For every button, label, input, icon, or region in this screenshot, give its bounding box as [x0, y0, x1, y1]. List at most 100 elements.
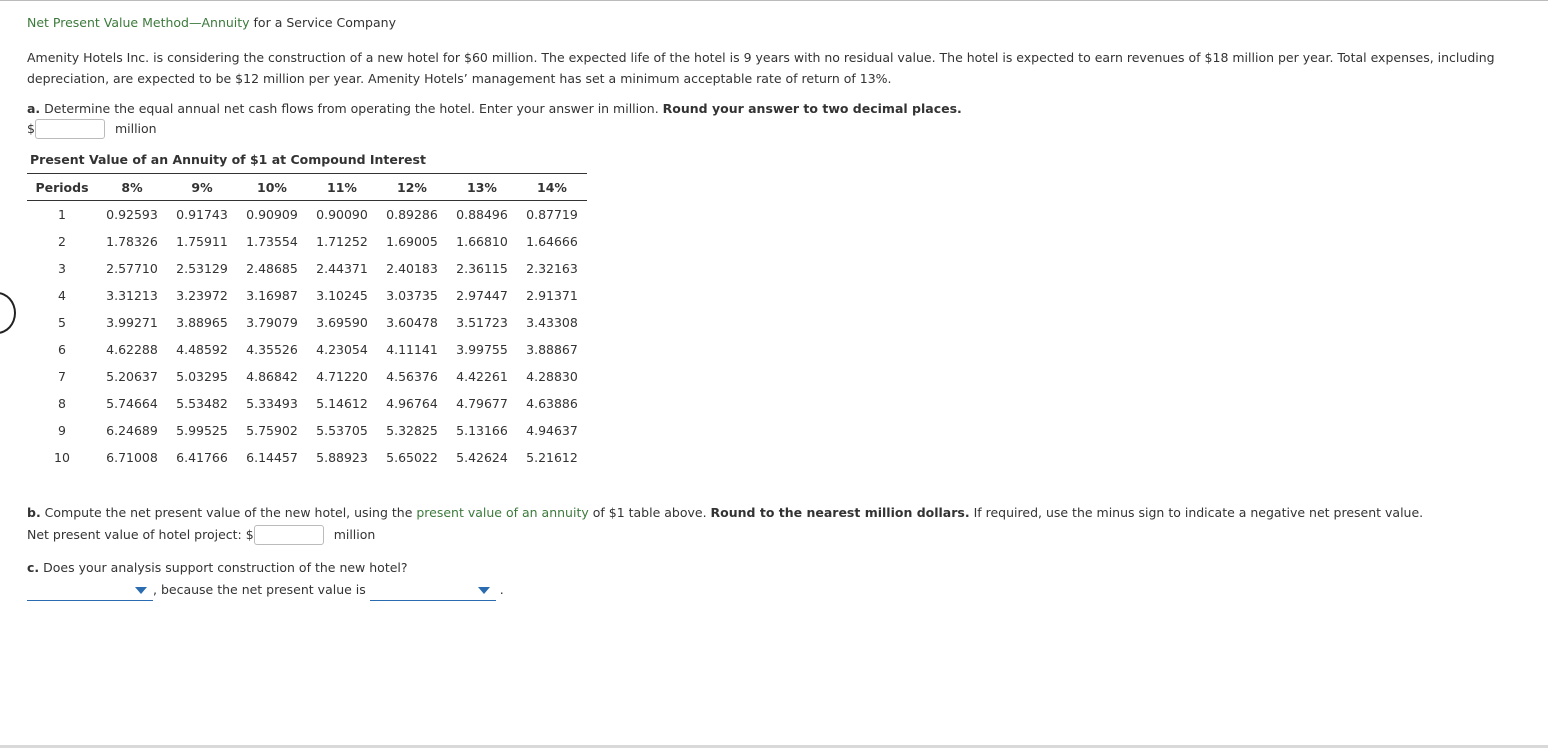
factor-cell: 4.23054: [316, 342, 368, 357]
factor-cell: 4.35526: [246, 342, 298, 357]
part-a-unit: million: [114, 121, 157, 136]
factor-cell: 1.73554: [246, 234, 298, 249]
chevron-down-icon: [477, 587, 490, 594]
question-content: Net Present Value Method—Annuity for a S…: [27, 15, 1537, 601]
part-b-bold: Round to the nearest million dollars.: [710, 505, 970, 520]
factor-cell: 3.69590: [316, 315, 368, 330]
pv-annuity-table: Periods 8% 9% 10% 11% 12% 13% 14% 1 0.925…: [27, 173, 587, 471]
factor-cell: 5.75902: [246, 423, 298, 438]
period-cell: 4: [58, 288, 66, 303]
title-rest: for a Service Company: [249, 15, 396, 30]
factor-cell: 3.88867: [526, 342, 578, 357]
part-c-question: c. Does your analysis support constructi…: [27, 557, 1537, 579]
chevron-down-icon: [135, 587, 147, 594]
factor-cell: 1.71252: [316, 234, 368, 249]
factor-cell: 5.20637: [106, 369, 158, 384]
header-cell: 8%: [97, 173, 167, 201]
factor-cell: 6.41766: [176, 450, 228, 465]
factor-cell: 3.60478: [386, 315, 438, 330]
part-c-middle-text: , because the net present value is: [153, 582, 366, 597]
bottom-border: [0, 745, 1548, 748]
pv-annuity-link[interactable]: present value of an annuity: [416, 505, 588, 520]
period-cell: 2: [58, 234, 66, 249]
header-cell: 12%: [377, 173, 447, 201]
factor-cell: 4.56376: [386, 369, 438, 384]
factor-cell: 3.10245: [316, 288, 368, 303]
part-a-question: a. Determine the equal annual net cash f…: [27, 100, 1537, 118]
npv-input[interactable]: [253, 525, 324, 545]
factor-cell: 5.99525: [176, 423, 228, 438]
npv-field-label: Net present value of hotel project: $: [27, 527, 254, 542]
factor-cell: 1.78326: [106, 234, 158, 249]
period-cell: 10: [54, 450, 70, 465]
table-row: 8 5.74664 5.53482 5.33493 5.14612 4.96764 4.79…: [27, 390, 587, 417]
factor-cell: 5.03295: [176, 369, 228, 384]
factor-cell: 1.66810: [456, 234, 508, 249]
factor-cell: 3.99271: [106, 315, 158, 330]
factor-cell: 3.23972: [176, 288, 228, 303]
factor-cell: 5.53705: [316, 423, 368, 438]
part-a: a. Determine the equal annual net cash f…: [27, 100, 1537, 140]
factor-cell: 4.86842: [246, 369, 298, 384]
page-title: Net Present Value Method—Annuity for a S…: [27, 15, 1537, 31]
table-row: 10 6.71008 6.41766 6.14457 5.88923 5.65022 5.4…: [27, 444, 587, 471]
factor-cell: 2.97447: [456, 288, 508, 303]
factor-cell: 0.88496: [456, 207, 508, 222]
part-b: b. Compute the net present value of the …: [27, 502, 1537, 546]
intro-text: Amenity Hotels Inc. is considering the c…: [27, 50, 1495, 86]
factor-cell: 2.57710: [106, 261, 158, 276]
factor-cell: 0.92593: [106, 207, 158, 222]
table-row: 1 0.92593 0.91743 0.90909 0.90090 0.89286 0.88…: [27, 201, 587, 229]
part-b-text3: If required, use the minus sign to indic…: [969, 505, 1424, 520]
annual-cash-flow-input[interactable]: [34, 119, 105, 139]
factor-cell: 0.91743: [176, 207, 228, 222]
factor-cell: 3.79079: [246, 315, 298, 330]
table-row: 3 2.57710 2.53129 2.48685 2.44371 2.40183 2.36…: [27, 255, 587, 282]
factor-cell: 6.24689: [106, 423, 158, 438]
factor-cell: 2.53129: [176, 261, 228, 276]
header-cell: 10%: [237, 173, 307, 201]
period-cell: 3: [58, 261, 66, 276]
factor-cell: 5.32825: [386, 423, 438, 438]
factor-cell: 4.28830: [526, 369, 578, 384]
factor-cell: 3.16987: [246, 288, 298, 303]
part-b-question: b. Compute the net present value of the …: [27, 502, 1537, 524]
period-cell: 6: [58, 342, 66, 357]
table-body: 1 0.92593 0.91743 0.90909 0.90090 0.89286 0.88…: [27, 201, 587, 472]
factor-cell: 5.88923: [316, 450, 368, 465]
factor-cell: 2.32163: [526, 261, 578, 276]
header-cell: 13%: [447, 173, 517, 201]
part-c-answer-row: , because the net present value is .: [27, 579, 1537, 601]
part-b-text1: Compute the net present value of the new…: [40, 505, 417, 520]
factor-cell: 3.03735: [386, 288, 438, 303]
factor-cell: 4.62288: [106, 342, 158, 357]
header-cell: 9%: [167, 173, 237, 201]
factor-cell: 2.40183: [386, 261, 438, 276]
factor-cell: 3.43308: [526, 315, 578, 330]
part-c: c. Does your analysis support constructi…: [27, 557, 1537, 601]
factor-cell: 3.99755: [456, 342, 508, 357]
table-row: 2 1.78326 1.75911 1.73554 1.71252 1.69005 1.66…: [27, 228, 587, 255]
part-c-end: .: [499, 582, 504, 597]
factor-cell: 4.96764: [386, 396, 438, 411]
part-a-label: a.: [27, 101, 41, 116]
table-row: 9 6.24689 5.99525 5.75902 5.53705 5.32825 5.13…: [27, 417, 587, 444]
side-circle-icon[interactable]: [0, 292, 16, 334]
part-c-text: Does your analysis support construction …: [39, 560, 408, 575]
part-b-answer-row: Net present value of hotel project: $ mi…: [27, 524, 1537, 546]
part-b-label: b.: [27, 505, 41, 520]
table-title: Present Value of an Annuity of $1 at Com…: [30, 152, 426, 167]
part-b-text2: of $1 table above.: [588, 505, 711, 520]
title-link[interactable]: Net Present Value Method—Annuity: [27, 15, 250, 30]
factor-cell: 5.53482: [176, 396, 228, 411]
support-select[interactable]: [27, 580, 153, 601]
factor-cell: 3.51723: [456, 315, 508, 330]
period-cell: 7: [58, 369, 66, 384]
part-a-answer-row: $ million: [27, 118, 1537, 140]
factor-cell: 5.21612: [526, 450, 578, 465]
factor-cell: 2.48685: [246, 261, 298, 276]
factor-cell: 4.42261: [456, 369, 508, 384]
npv-sign-select[interactable]: [369, 580, 496, 601]
factor-cell: 2.36115: [456, 261, 508, 276]
table-row: 7 5.20637 5.03295 4.86842 4.71220 4.56376 4.42…: [27, 363, 587, 390]
